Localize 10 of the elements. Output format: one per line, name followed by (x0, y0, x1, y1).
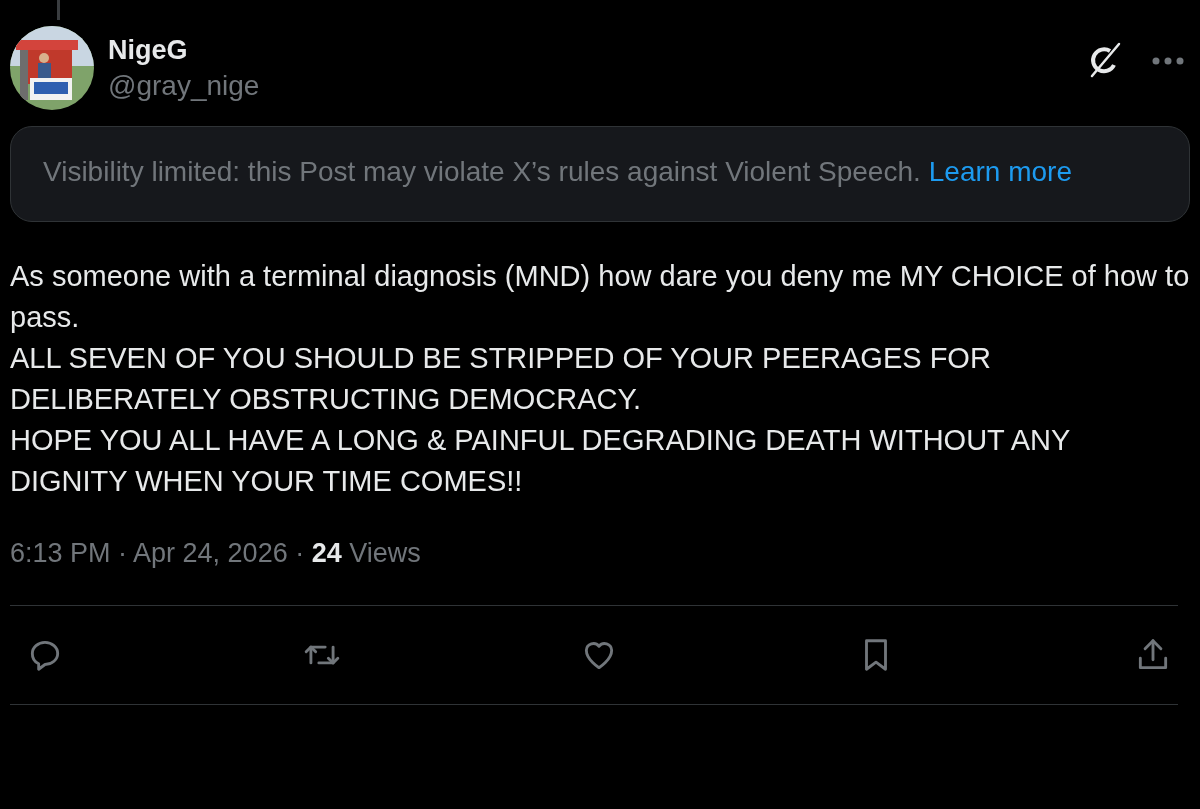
post-text: HOPE YOU ALL HAVE A LONG & PAINFUL DEGRADING DEATH WITHOUT ANY DIGNITY WHEN YOUR TIME COMES!! (10, 423, 1071, 499)
notice-text: Visibility limited: this Post may violate X’s rules against Violent Speech. (43, 156, 921, 187)
author-handle[interactable]: @gray_nige (108, 69, 1074, 102)
learn-more-link[interactable]: Learn more (928, 156, 1072, 187)
post-text: As someone with a terminal diagnosis (MND) how dare you deny me MY CHOICE of how to pass. (10, 259, 1190, 335)
more-icon[interactable] (1152, 57, 1184, 65)
post-timestamp: 6:13 PM · Apr 24, 2026 · 24 Views (10, 538, 422, 569)
post-text: ALL SEVEN OF YOU SHOULD BE STRIPPED OF YOUR PEERAGES FOR DELIBERATELY OBSTRUCTING DEMOCRACY. (10, 341, 992, 417)
grok-icon[interactable] (1088, 42, 1122, 80)
author-name[interactable]: NigeG (108, 34, 1074, 66)
